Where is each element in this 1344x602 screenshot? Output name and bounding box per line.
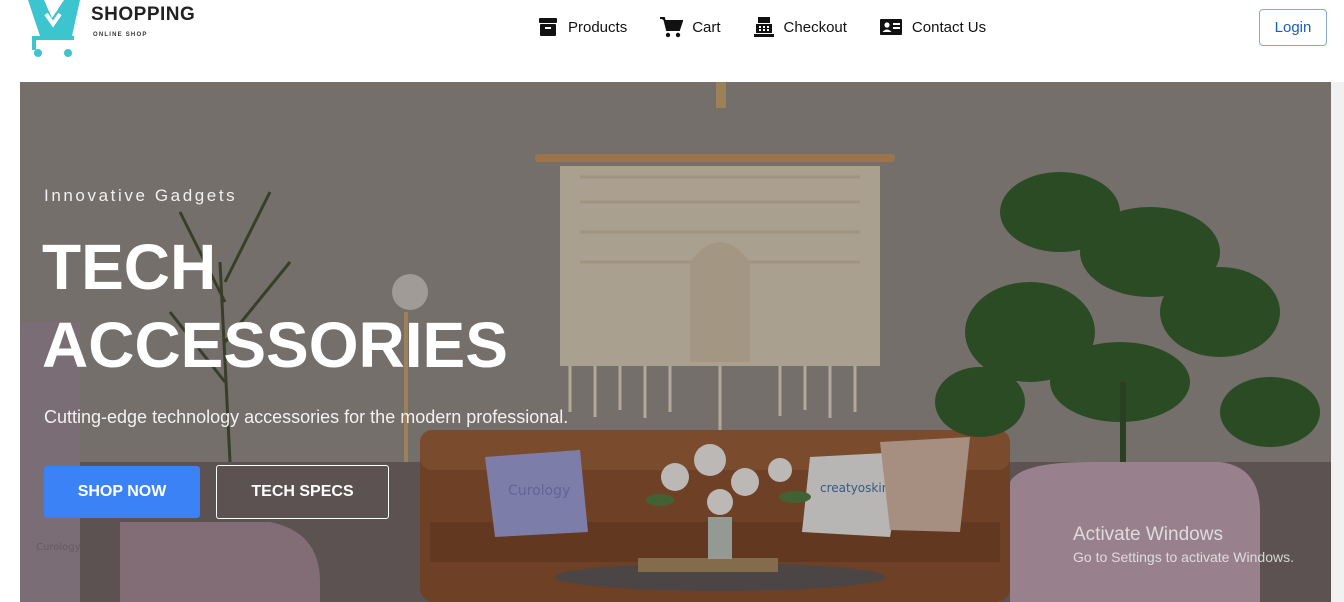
cart-logo-icon (28, 0, 80, 57)
cart-icon (660, 17, 684, 38)
nav-cart[interactable]: Cart (659, 16, 721, 38)
nav-products-label: Products (568, 18, 628, 36)
nav-cart-label: Cart (692, 18, 721, 36)
activate-windows-watermark: Activate Windows Go to Settings to activ… (1073, 524, 1294, 565)
shop-now-button[interactable]: SHOP NOW (44, 466, 200, 518)
archive-box-icon (539, 18, 557, 36)
login-button[interactable]: Login (1259, 9, 1327, 46)
tech-specs-button[interactable]: TECH SPECS (216, 465, 389, 519)
nav-contact[interactable]: Contact Us (879, 17, 986, 37)
nav-contact-label: Contact Us (911, 18, 987, 36)
hero-banner: Curology creatyoskin Curology Innovative… (20, 82, 1331, 602)
brand-name: SHOPPING (91, 4, 196, 25)
hero-title-line2: ACCESSORIES (42, 309, 508, 381)
brand-tagline: ONLINE SHOP (93, 32, 148, 38)
page-scrollbar[interactable] (1331, 82, 1344, 602)
hero-title-line1: TECH (42, 231, 217, 303)
nav-checkout-label: Checkout (783, 18, 847, 36)
watermark-subtitle: Go to Settings to activate Windows. (1073, 549, 1294, 565)
brand-logo[interactable]: SHOPPING ONLINE SHOP (22, 0, 212, 60)
watermark-title: Activate Windows (1073, 524, 1223, 545)
contact-card-icon (879, 19, 902, 35)
hero-title: TECH ACCESSORIES (42, 228, 602, 384)
hero-eyebrow: Innovative Gadgets (44, 186, 238, 205)
site-header: SHOPPING ONLINE SHOP Products Cart Check… (0, 0, 1344, 82)
nav-checkout[interactable]: Checkout (753, 16, 847, 38)
hero-subtitle: Cutting-edge technology accessories for … (44, 407, 569, 427)
main-nav: Products Cart Checkout Contact Us (537, 14, 1018, 40)
cash-register-icon (753, 17, 774, 37)
nav-products[interactable]: Products (537, 16, 627, 38)
